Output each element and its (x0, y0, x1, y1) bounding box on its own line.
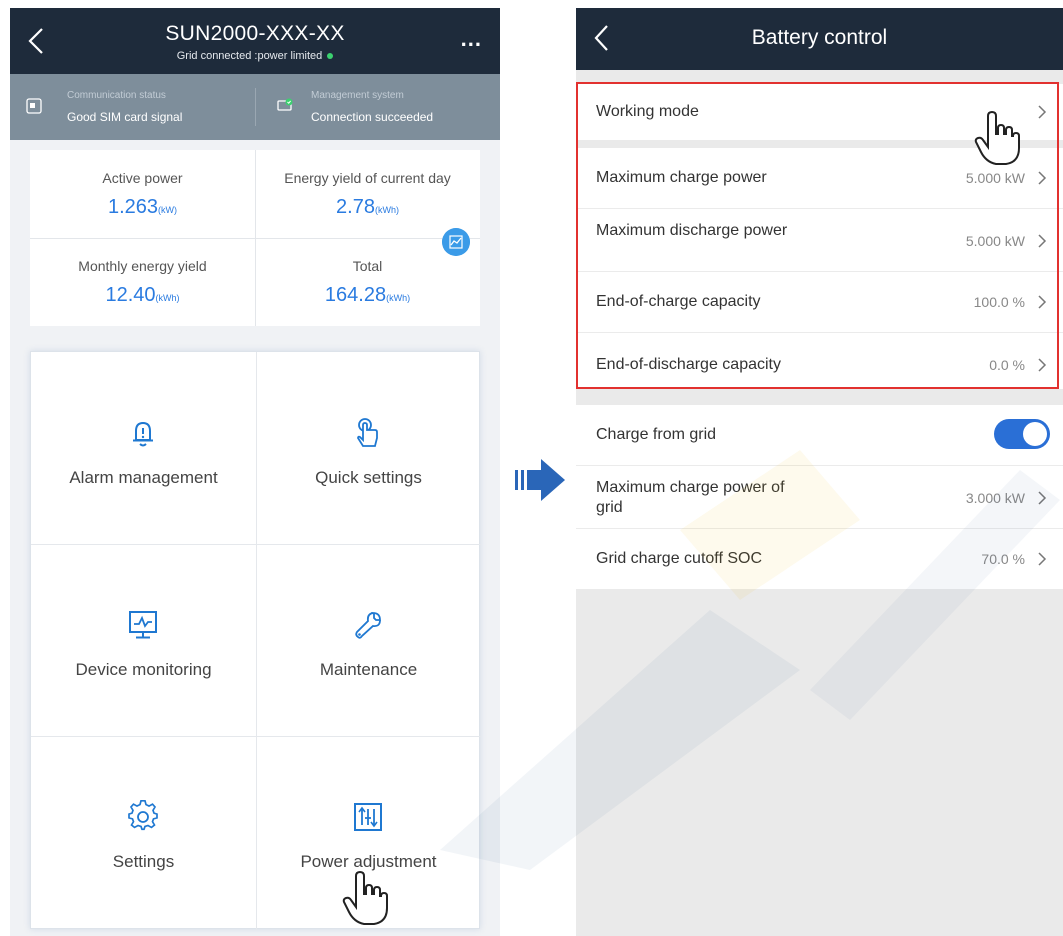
toggle-knob (1023, 422, 1047, 446)
device-status-line: Grid connected :power limited (10, 50, 500, 62)
kpi-value: 164.28(kWh) (255, 284, 480, 307)
management-system-value: Connection succeeded (311, 110, 434, 124)
row-charge-from-grid: Charge from grid (576, 405, 1063, 465)
menu-divider (31, 544, 481, 545)
left-phone-screen: SUN2000-XXX-XX Grid connected :power lim… (10, 8, 500, 936)
menu-device-monitoring[interactable]: Device monitoring (31, 544, 256, 736)
kpi-number: 164.28 (324, 284, 387, 306)
status-bar: Communication status Good SIM card signa… (10, 74, 500, 140)
kpi-label: Active power (102, 170, 183, 186)
pointer-hand-icon (342, 870, 388, 925)
sliders-icon (354, 803, 382, 831)
kpi-value: 1.263(kW) (30, 196, 255, 219)
kpi-number: 2.78 (336, 196, 375, 218)
row-value: 70.0 % (981, 551, 1025, 567)
menu-label: Device monitoring (75, 660, 212, 679)
device-header: SUN2000-XXX-XX Grid connected :power lim… (10, 8, 500, 74)
management-system-status: Management system Connection succeeded (255, 74, 500, 140)
battery-control-header: Battery control (576, 8, 1063, 70)
kpi-divider (30, 238, 480, 239)
row-label: Maximum charge power of grid (596, 479, 785, 516)
device-title: SUN2000-XXX-XX (165, 22, 345, 45)
communication-status: Communication status Good SIM card signa… (10, 74, 255, 140)
energy-summary-card: Active power 1.263(kW) Energy yield of c… (30, 150, 480, 326)
sim-card-icon (26, 98, 42, 114)
menu-maintenance[interactable]: Maintenance (256, 544, 481, 736)
row-grid-charge-cutoff-soc[interactable]: Grid charge cutoff SOC 70.0 % (576, 529, 1063, 589)
management-system-label: Management system (311, 90, 404, 101)
row-label: Grid charge cutoff SOC (596, 550, 762, 567)
gear-icon (128, 800, 158, 831)
page-title: Battery control (751, 26, 888, 49)
menu-label: Power adjustment (300, 852, 437, 871)
more-menu-icon[interactable]: ... (461, 26, 482, 52)
kpi-value: 12.40(kWh) (30, 284, 255, 307)
monitor-icon (129, 611, 157, 639)
monthly-yield-kpi: Monthly energy yield 12.40(kWh) (30, 238, 255, 326)
menu-quick-settings[interactable]: Quick settings (256, 352, 481, 544)
monitor-check-icon (277, 98, 293, 111)
grid-status-text: Grid connected :power limited (176, 50, 323, 62)
trend-chart-icon[interactable] (442, 228, 470, 256)
menu-label: Settings (112, 852, 175, 871)
bell-icon (133, 421, 153, 447)
kpi-unit: (kWh) (374, 205, 399, 215)
online-dot-icon (327, 53, 334, 60)
menu-divider (31, 736, 481, 737)
kpi-label: Energy yield of current day (284, 170, 451, 186)
kpi-unit: (kWh) (386, 293, 411, 303)
daily-yield-kpi: Energy yield of current day 2.78(kWh) (255, 150, 480, 238)
kpi-label: Monthly energy yield (78, 258, 207, 274)
section-gap (576, 391, 1063, 405)
kpi-number: 12.40 (105, 284, 156, 306)
row-label: Charge from grid (596, 426, 717, 443)
touch-icon (357, 418, 378, 447)
row-max-charge-power-of-grid[interactable]: Maximum charge power of grid 3.000 kW (576, 466, 1063, 528)
kpi-unit: (kW) (158, 205, 178, 215)
menu-label: Quick settings (315, 468, 422, 487)
menu-label: Alarm management (69, 468, 218, 487)
kpi-number: 1.263 (107, 196, 159, 218)
row-value: 3.000 kW (965, 490, 1025, 506)
charge-from-grid-toggle[interactable] (994, 419, 1050, 449)
kpi-label: Total (352, 258, 383, 274)
transition-arrow-icon (515, 459, 565, 501)
communication-status-value: Good SIM card signal (67, 110, 183, 124)
active-power-kpi: Active power 1.263(kW) (30, 150, 255, 238)
communication-status-label: Communication status (67, 90, 166, 101)
menu-label: Maintenance (319, 660, 418, 679)
function-menu: Alarm management Quick settings Device m… (30, 351, 481, 930)
wrench-icon (355, 612, 381, 639)
menu-alarm-management[interactable]: Alarm management (31, 352, 256, 544)
chevron-right-icon (1038, 491, 1047, 505)
chevron-right-icon (1038, 552, 1047, 566)
menu-divider (256, 352, 257, 930)
kpi-value: 2.78(kWh) (255, 196, 480, 219)
pointer-hand-icon (974, 110, 1020, 165)
menu-settings[interactable]: Settings (31, 736, 256, 928)
kpi-unit: (kWh) (155, 293, 180, 303)
